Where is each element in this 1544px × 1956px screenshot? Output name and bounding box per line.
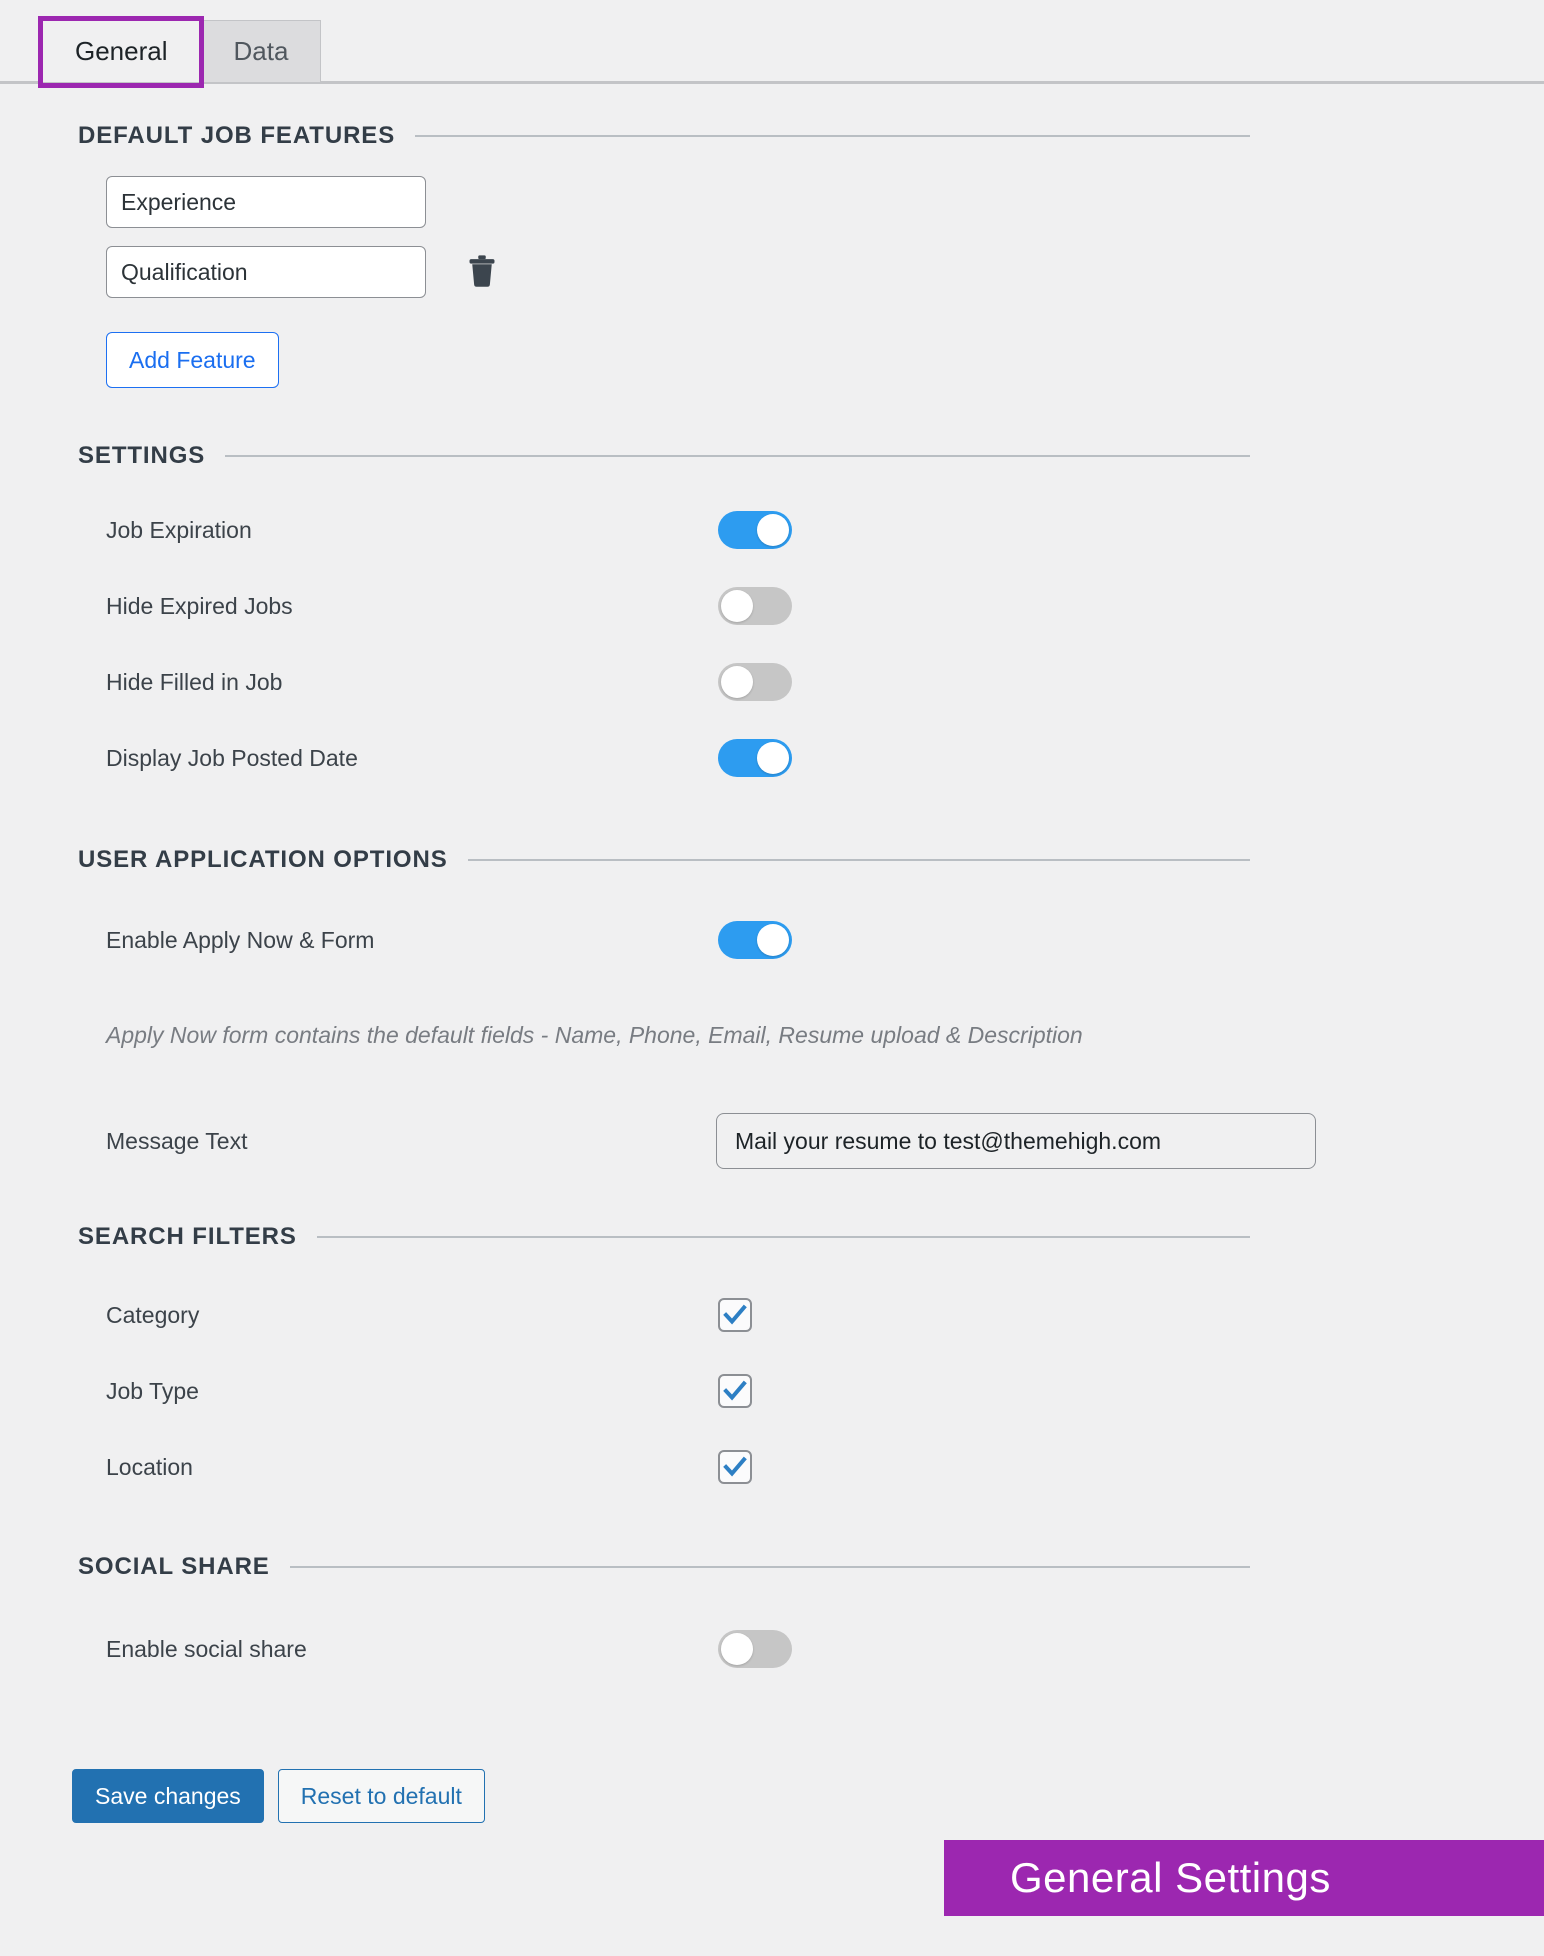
option-row-enable-social-share: Enable social share <box>0 1611 1544 1687</box>
section-divider <box>467 859 1250 861</box>
delete-feature-button[interactable] <box>464 252 500 292</box>
social-share-options: Enable social share <box>0 1611 1544 1687</box>
section-header-settings: SETTINGS <box>0 442 1544 470</box>
section-title: SOCIAL SHARE <box>78 1553 270 1580</box>
tab-bar: General Data <box>0 0 1544 88</box>
search-filters-options: Category Job Type Location <box>0 1277 1544 1505</box>
toggle-hide-expired-jobs[interactable] <box>718 587 792 625</box>
section-header-default-job-features: DEFAULT JOB FEATURES <box>0 122 1544 150</box>
feature-row <box>106 176 1544 228</box>
option-label: Display Job Posted Date <box>106 744 358 771</box>
user-application-options: Enable Apply Now & Form Apply Now form c… <box>0 902 1544 1169</box>
feature-input-experience[interactable] <box>106 176 426 228</box>
option-row-category: Category <box>0 1277 1544 1353</box>
section-title: SEARCH FILTERS <box>78 1223 297 1250</box>
option-row-hide-expired-jobs: Hide Expired Jobs <box>0 568 1544 644</box>
default-job-features-list: Add Feature <box>0 176 1544 388</box>
toggle-hide-filled-in-job[interactable] <box>718 663 792 701</box>
annotation-label: General Settings <box>1010 1854 1331 1901</box>
tab-data[interactable]: Data <box>200 20 322 82</box>
option-row-enable-apply-now-form: Enable Apply Now & Form <box>0 902 1544 978</box>
tab-data-label: Data <box>233 36 289 66</box>
check-icon <box>723 1304 747 1326</box>
option-row-display-job-posted-date: Display Job Posted Date <box>0 720 1544 796</box>
add-feature-button[interactable]: Add Feature <box>106 332 279 388</box>
section-header-search-filters: SEARCH FILTERS <box>0 1223 1544 1251</box>
toggle-knob <box>757 924 789 956</box>
option-label: Hide Filled in Job <box>106 668 283 695</box>
toggle-enable-apply-now-form[interactable] <box>718 921 792 959</box>
feature-row <box>106 246 1544 298</box>
toggle-knob <box>721 590 753 622</box>
option-label: Job Type <box>106 1377 199 1404</box>
option-row-hide-filled-in-job: Hide Filled in Job <box>0 644 1544 720</box>
section-divider <box>289 1566 1250 1568</box>
section-title: SETTINGS <box>78 442 206 469</box>
option-label: Job Expiration <box>106 516 252 543</box>
option-label: Category <box>106 1301 200 1328</box>
option-label: Enable Apply Now & Form <box>106 926 375 953</box>
section-divider <box>316 1236 1250 1238</box>
toggle-display-job-posted-date[interactable] <box>718 739 792 777</box>
option-row-location: Location <box>0 1429 1544 1505</box>
option-label: Location <box>106 1453 193 1480</box>
toggle-knob <box>721 666 753 698</box>
option-label: Hide Expired Jobs <box>106 592 293 619</box>
checkbox-category[interactable] <box>718 1298 752 1332</box>
settings-options: Job Expiration Hide Expired Jobs Hide Fi… <box>0 492 1544 796</box>
toggle-job-expiration[interactable] <box>718 511 792 549</box>
toggle-enable-social-share[interactable] <box>718 1630 792 1668</box>
message-text-input[interactable] <box>716 1113 1316 1169</box>
checkbox-location[interactable] <box>718 1450 752 1484</box>
option-label: Enable social share <box>106 1635 307 1662</box>
section-title: USER APPLICATION OPTIONS <box>78 846 448 873</box>
feature-input-qualification[interactable] <box>106 246 426 298</box>
message-text-label: Message Text <box>106 1127 248 1154</box>
checkbox-job-type[interactable] <box>718 1374 752 1408</box>
section-header-user-application-options: USER APPLICATION OPTIONS <box>0 846 1544 874</box>
reset-to-default-button[interactable]: Reset to default <box>277 1769 485 1823</box>
check-icon <box>723 1456 747 1478</box>
tab-general-label: General <box>75 36 168 66</box>
trash-icon <box>467 254 497 291</box>
form-actions: Save changes Reset to default <box>0 1769 1544 1823</box>
option-row-job-type: Job Type <box>0 1353 1544 1429</box>
message-text-row: Message Text <box>0 1113 1544 1169</box>
section-divider <box>225 455 1250 457</box>
section-divider <box>415 135 1250 137</box>
option-row-job-expiration: Job Expiration <box>0 492 1544 568</box>
toggle-knob <box>757 514 789 546</box>
tab-general[interactable]: General <box>42 20 201 82</box>
annotation-banner-general-settings: General Settings <box>944 1840 1544 1916</box>
toggle-knob <box>757 742 789 774</box>
section-title: DEFAULT JOB FEATURES <box>78 122 396 149</box>
save-changes-button[interactable]: Save changes <box>72 1769 264 1823</box>
apply-now-help-text: Apply Now form contains the default fiel… <box>106 1022 1083 1048</box>
toggle-knob <box>721 1633 753 1665</box>
section-header-social-share: SOCIAL SHARE <box>0 1553 1544 1581</box>
check-icon <box>723 1380 747 1402</box>
settings-content: DEFAULT JOB FEATURES Add Feature SETTING… <box>0 122 1544 1823</box>
